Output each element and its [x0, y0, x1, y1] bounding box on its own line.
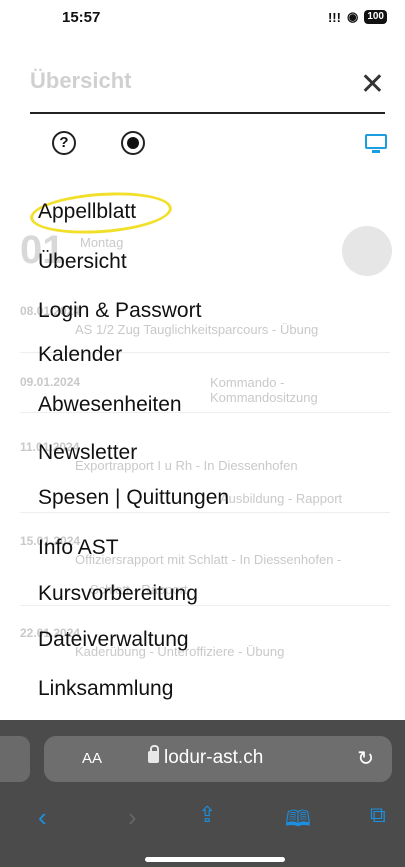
share-icon[interactable]: ⇪ — [198, 802, 216, 828]
day-name: Montag — [80, 235, 124, 250]
menu-item-dateiverwaltung[interactable]: Dateiverwaltung — [38, 628, 189, 652]
monitor-icon[interactable] — [365, 134, 387, 153]
help-icon[interactable]: ? — [52, 131, 76, 155]
forward-icon[interactable]: › — [128, 802, 137, 833]
reload-icon[interactable]: ↻ — [357, 746, 374, 771]
menu-item-spesen-quittungen[interactable]: Spesen | Quittungen — [38, 486, 229, 510]
menu-item-kursvorbereitung[interactable]: Kursvorbereitung — [38, 582, 198, 606]
entry-event: Ausbildung - Rapport — [220, 491, 343, 506]
status-bar: 15:57 !!! ◉ 100 — [0, 0, 405, 36]
menu-item-abwesenheiten[interactable]: Abwesenheiten — [38, 393, 182, 417]
menu-item-linksammlung[interactable]: Linksammlung — [38, 677, 173, 701]
wifi-icon: ◉ — [346, 9, 359, 24]
menu-item-uebersicht[interactable]: Übersicht — [38, 250, 127, 274]
divider — [30, 112, 385, 114]
avatar — [342, 226, 392, 276]
battery-icon: 100 — [364, 10, 387, 24]
entry-event: AS 1/2 Zug Tauglichkeitsparcours - Übung — [75, 322, 319, 337]
lock-icon — [148, 745, 159, 763]
url-text[interactable]: lodur-ast.ch — [164, 747, 263, 769]
bookmarks-icon[interactable]: 🕮 — [285, 802, 311, 840]
menu-item-newsletter[interactable]: Newsletter — [38, 441, 137, 465]
menu-item-kalender[interactable]: Kalender — [38, 343, 122, 367]
signal-icon: !!! — [327, 9, 341, 25]
entry-event: Kommando - Kommandositzung — [210, 375, 318, 405]
menu-item-info-ast[interactable]: Info AST — [38, 536, 119, 560]
tabs-icon[interactable]: ⧉ — [370, 802, 386, 828]
entry-event: Offiziersrapport mit Schlatt - In Diesse… — [75, 552, 342, 567]
address-bar[interactable]: AA lodur-ast.ch ↻ — [44, 736, 392, 782]
close-icon[interactable]: ✕ — [360, 70, 385, 100]
status-icons: !!! ◉ 100 — [328, 9, 387, 25]
menu-item-login-passwort[interactable]: Login & Passwort — [38, 299, 201, 323]
text-size-button[interactable]: AA — [82, 750, 102, 767]
home-indicator — [145, 857, 285, 862]
divider — [20, 512, 390, 513]
menu-item-appellblatt[interactable]: Appellblatt — [38, 200, 136, 224]
clock: 15:57 — [62, 9, 101, 26]
browser-toolbar: AA lodur-ast.ch ↻ ‹ › ⇪ 🕮 ⧉ — [0, 720, 405, 867]
previous-tab[interactable] — [0, 736, 30, 782]
back-icon[interactable]: ‹ — [38, 802, 47, 833]
page-title: Übersicht — [30, 68, 132, 93]
record-icon[interactable] — [121, 131, 145, 155]
